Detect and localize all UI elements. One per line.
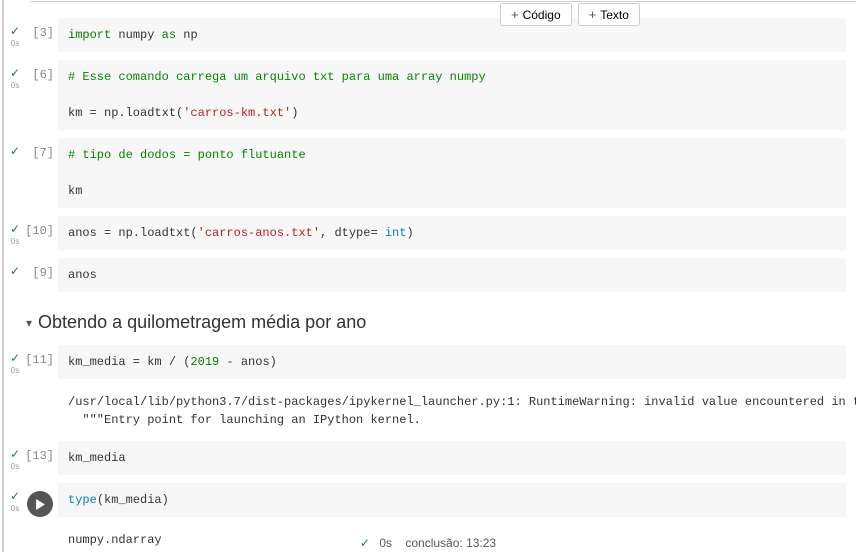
footer-time: 0s	[379, 536, 392, 550]
cell-status: ✓ 0s	[8, 216, 22, 246]
cell-status: ✓ 0s	[8, 60, 22, 90]
code-cell[interactable]: ✓ [7] # tipo de dodos = ponto flutuante …	[8, 138, 856, 208]
play-icon	[35, 499, 46, 510]
exec-time: 0s	[11, 504, 19, 513]
add-text-button[interactable]: + Texto	[578, 3, 640, 26]
exec-count: [9]	[22, 258, 58, 280]
check-icon: ✓	[10, 489, 20, 503]
code-editor[interactable]: # Esse comando carrega um arquivo txt pa…	[58, 60, 846, 130]
cell-status: ✓ 0s	[8, 18, 22, 48]
check-icon: ✓	[10, 351, 20, 365]
exec-count: [6]	[22, 60, 58, 82]
caret-down-icon[interactable]: ▾	[26, 316, 32, 330]
code-cell[interactable]: ✓ 0s [10] anos = np.loadtxt('carros-anos…	[8, 216, 856, 250]
plus-icon: +	[511, 7, 519, 22]
code-editor[interactable]: type(km_media)	[58, 483, 846, 517]
exec-time: 0s	[11, 366, 19, 375]
code-editor[interactable]: anos = np.loadtxt('carros-anos.txt', dty…	[58, 216, 846, 250]
notebook-body: ✓ 0s [3] import numpy as np ✓ 0s [6] # E…	[0, 0, 856, 551]
exec-count: [11]	[22, 345, 58, 367]
top-border	[30, 1, 856, 2]
add-code-button[interactable]: + Código	[500, 3, 572, 26]
heading-text: Obtendo a quilometragem média por ano	[38, 312, 366, 333]
code-cell[interactable]: ✓ 0s [13] km_media	[8, 441, 856, 475]
check-icon: ✓	[10, 144, 20, 158]
exec-count: [3]	[22, 18, 58, 40]
left-gutter	[2, 0, 4, 552]
cell-status: ✓	[8, 258, 22, 278]
footer-label: conclusão:	[405, 536, 462, 550]
check-icon: ✓	[10, 66, 20, 80]
status-bar: ✓ 0s conclusão: 13:23	[0, 536, 856, 550]
cell-status: ✓ 0s	[8, 441, 22, 471]
run-button[interactable]	[27, 491, 53, 517]
footer-stamp: 13:23	[466, 536, 496, 550]
exec-time: 0s	[11, 81, 19, 90]
cell-status: ✓	[8, 138, 22, 158]
add-code-label: Código	[523, 8, 561, 22]
check-icon: ✓	[10, 24, 20, 38]
add-text-label: Texto	[600, 8, 629, 22]
code-cell[interactable]: ✓ 0s [3] import numpy as np	[8, 18, 856, 52]
plus-icon: +	[589, 7, 597, 22]
code-cell[interactable]: ✓ 0s [11] km_media = km / (2019 - anos)	[8, 345, 856, 379]
code-editor[interactable]: anos	[58, 258, 846, 292]
exec-count: [13]	[22, 441, 58, 463]
check-icon: ✓	[10, 264, 20, 278]
cell-output: /usr/local/lib/python3.7/dist-packages/i…	[58, 387, 856, 431]
code-editor[interactable]: import numpy as np	[58, 18, 846, 52]
code-editor[interactable]: km_media	[58, 441, 846, 475]
cell-status: ✓ 0s	[8, 483, 22, 513]
section-heading[interactable]: ▾ Obtendo a quilometragem média por ano	[26, 312, 856, 333]
cell-status: ✓ 0s	[8, 345, 22, 375]
exec-time: 0s	[11, 39, 19, 48]
check-icon: ✓	[10, 447, 20, 461]
insert-toolbar: + Código + Texto	[500, 3, 640, 26]
code-cell[interactable]: ✓ 0s type(km_media)	[8, 483, 856, 517]
code-cell[interactable]: ✓ [9] anos	[8, 258, 856, 292]
code-cell[interactable]: ✓ 0s [6] # Esse comando carrega um arqui…	[8, 60, 856, 130]
exec-count	[22, 483, 58, 517]
exec-count: [10]	[22, 216, 58, 238]
check-icon: ✓	[10, 222, 20, 236]
exec-count: [7]	[22, 138, 58, 160]
code-editor[interactable]: # tipo de dodos = ponto flutuante km	[58, 138, 846, 208]
exec-time: 0s	[11, 462, 19, 471]
code-editor[interactable]: km_media = km / (2019 - anos)	[58, 345, 846, 379]
check-icon: ✓	[360, 536, 370, 550]
exec-time: 0s	[11, 237, 19, 246]
